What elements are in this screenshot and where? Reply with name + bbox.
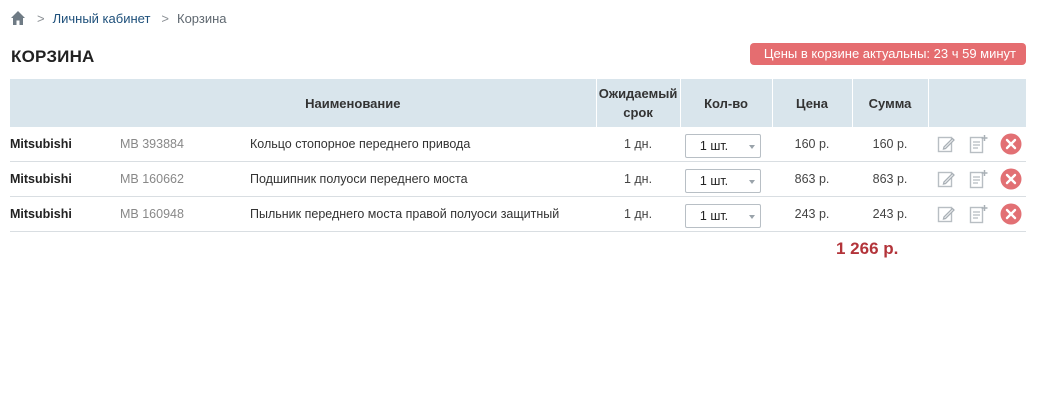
add-note-icon[interactable] — [968, 204, 988, 224]
delete-icon[interactable] — [1000, 203, 1022, 225]
table-row: Mitsubishi MB 160948 Пыльник переднего м… — [10, 197, 1027, 232]
quantity-value: 1 шт. — [699, 209, 729, 223]
page-title: КОРЗИНА — [11, 47, 95, 66]
table-header-row: Наименование Ожидаемый срок Кол-во Цена … — [10, 79, 1027, 127]
quantity-select[interactable]: 1 шт. — [685, 204, 762, 228]
edit-icon[interactable] — [936, 204, 956, 224]
breadcrumb-separator: > — [161, 10, 169, 26]
row-sum: 243 р. — [872, 207, 908, 221]
price-timer-badge: Цены в корзине актуальны: 23 ч 59 минут — [749, 43, 1026, 65]
row-name: Пыльник переднего моста правой полуоси з… — [250, 207, 560, 221]
chevron-down-icon — [749, 215, 756, 219]
row-actions — [928, 197, 1026, 232]
column-header-actions — [927, 79, 1027, 127]
row-delivery: 1 дн. — [623, 137, 653, 151]
delete-icon[interactable] — [1000, 133, 1022, 155]
row-article: MB 160662 — [120, 172, 184, 186]
row-name: Подшипник полуоси переднего моста — [250, 172, 468, 186]
quantity-value: 1 шт. — [699, 174, 729, 188]
column-header-sum: Сумма — [851, 79, 929, 127]
edit-icon[interactable] — [936, 169, 956, 189]
delete-icon[interactable] — [1000, 168, 1022, 190]
row-qty-cell: 1 шт. — [680, 162, 772, 197]
table-row: Mitsubishi MB 393884 Кольцо стопорное пе… — [10, 127, 1027, 162]
row-price: 160 р. — [794, 137, 830, 151]
add-note-icon[interactable] — [968, 134, 988, 154]
row-price: 243 р. — [794, 207, 830, 221]
breadcrumb-separator: > — [37, 10, 45, 26]
quantity-value: 1 шт. — [699, 139, 729, 153]
column-header-price: Цена — [771, 79, 853, 127]
row-sum: 863 р. — [872, 172, 908, 186]
column-header-delivery-line1: Ожидаемый — [598, 86, 678, 101]
edit-icon[interactable] — [936, 134, 956, 154]
row-sum: 160 р. — [872, 137, 908, 151]
table-row: Mitsubishi MB 160662 Подшипник полуоси п… — [10, 162, 1027, 197]
breadcrumb-current: Корзина — [177, 10, 227, 26]
cart-table: Наименование Ожидаемый срок Кол-во Цена … — [10, 79, 1027, 232]
column-header-qty: Кол-во — [679, 79, 773, 127]
row-delivery: 1 дн. — [623, 172, 653, 186]
row-qty-cell: 1 шт. — [680, 197, 772, 232]
row-delivery: 1 дн. — [623, 207, 653, 221]
column-header-delivery-line2: срок — [623, 105, 653, 120]
breadcrumb-link-account[interactable]: Личный кабинет — [53, 11, 151, 26]
row-brand: Mitsubishi — [10, 137, 72, 151]
column-header-delivery: Ожидаемый срок — [595, 79, 681, 127]
column-header-name: Наименование — [305, 95, 401, 111]
row-price: 863 р. — [794, 172, 830, 186]
chevron-down-icon — [749, 180, 756, 184]
row-actions — [928, 127, 1026, 162]
cart-total: 1 266 р. — [836, 239, 899, 258]
row-name: Кольцо стопорное переднего привода — [250, 137, 471, 151]
chevron-down-icon — [749, 145, 756, 149]
row-article: MB 393884 — [120, 137, 184, 151]
add-note-icon[interactable] — [968, 169, 988, 189]
row-actions — [928, 162, 1026, 197]
row-qty-cell: 1 шт. — [680, 127, 772, 162]
breadcrumb: > Личный кабинет > Корзина — [10, 9, 227, 27]
home-icon[interactable] — [10, 10, 26, 26]
quantity-select[interactable]: 1 шт. — [685, 134, 762, 158]
quantity-select[interactable]: 1 шт. — [685, 169, 762, 193]
row-brand: Mitsubishi — [10, 172, 72, 186]
row-brand: Mitsubishi — [10, 207, 72, 221]
row-article: MB 160948 — [120, 207, 184, 221]
